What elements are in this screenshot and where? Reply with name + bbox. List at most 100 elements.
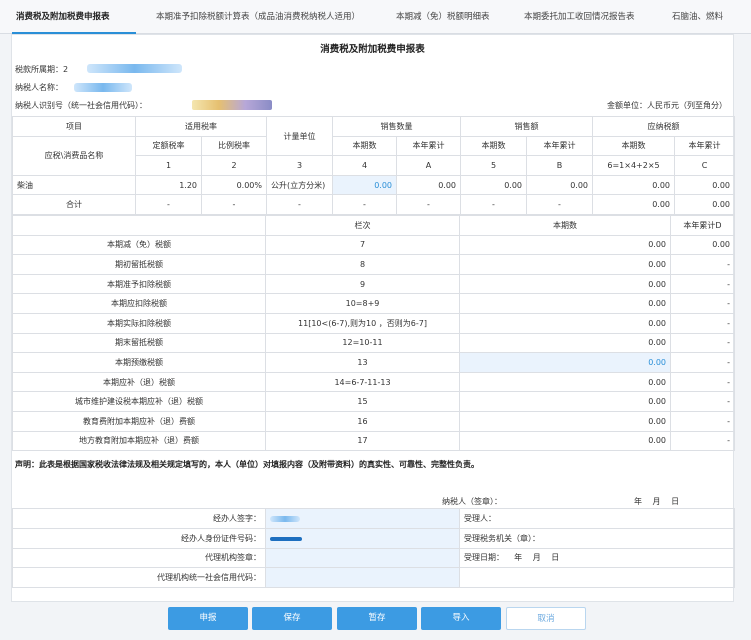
table-row: 地方教育附加本期应补（退）费额 17 0.00- (12, 430, 735, 452)
currency-unit: 金额单位：人民币元（列至角分） (607, 101, 727, 110)
redacted-name (74, 83, 132, 92)
agent-sign-label: 经办人签字： (12, 508, 266, 529)
redacted-agent (270, 515, 300, 522)
code-cell: 2 (201, 155, 267, 176)
code-cell: A (396, 155, 461, 176)
row-line-no: 12=10-11 (265, 332, 460, 354)
tab-bar: 消费税及附加税费申报表 本期准予扣除税额计算表（成品油消费税纳税人适用） 本期减… (0, 0, 751, 35)
save-button[interactable]: 保存 (252, 607, 332, 630)
total-cell: - (201, 194, 267, 215)
tab-tax-reduction-detail[interactable]: 本期减（免）税额明细表 (396, 0, 496, 34)
taxpayer-name-label: 纳税人名称： (15, 83, 63, 92)
header-line-no: 栏次 (265, 215, 460, 236)
header-fixed-rate: 定额税率 (135, 135, 202, 157)
amt-ytd-value: 0.00 (526, 174, 593, 196)
header-amt-ytd: 本年累计 (526, 135, 593, 157)
temp-save-button[interactable]: 暂存 (337, 607, 417, 630)
table-row: 本期准予扣除税额 9 0.00- (12, 273, 735, 295)
tab-deduction-calc[interactable]: 本期准予扣除税额计算表（成品油消费税纳税人适用） (156, 0, 378, 34)
section2-blank-header (12, 215, 266, 236)
table-row: 本期实际扣除税额 11[10<(6-7),则为10 ，否则为6-7] 0.00- (12, 312, 735, 334)
row-current-value: 0.00 (459, 332, 671, 354)
row-ytd-value: - (670, 293, 735, 314)
row-line-no: 15 (265, 391, 460, 412)
prepaid-tax-input[interactable]: 0.00 (459, 352, 671, 373)
tab-consumption-tax-return[interactable]: 消费税及附加税费申报表 (12, 0, 136, 35)
total-cell: - (460, 194, 527, 215)
row-ytd-value: - (670, 312, 735, 334)
table-row: 本期应补（退）税额 14=6-7-11-13 0.00- (12, 371, 735, 393)
code-cell: 1 (135, 155, 202, 176)
agency-code-field[interactable] (265, 567, 460, 589)
row-line-no: 11[10<(6-7),则为10 ，否则为6-7] (265, 312, 460, 334)
header-unit: 计量单位 (266, 115, 333, 157)
taxpayer-id-label: 纳税人识别号（统一社会信用代码）： (15, 101, 147, 110)
row-ytd-value: - (670, 352, 735, 373)
fixed-rate-value: 1.20 (135, 174, 202, 196)
agent-id-field[interactable] (265, 527, 460, 549)
row-line-no: 10=8+9 (265, 293, 460, 314)
tax-ytd-value: 0.00 (674, 174, 735, 196)
amt-current-value: 0.00 (460, 174, 527, 196)
row-current-value: 0.00 (459, 273, 671, 295)
qty-current-input[interactable]: 0.00 (332, 174, 397, 196)
header-amt-current: 本期数 (460, 135, 527, 157)
code-cell: 3 (266, 155, 333, 176)
tax-current-value: 0.00 (592, 174, 675, 196)
row-current-value: 0.00 (459, 371, 671, 393)
tab-naphtha[interactable]: 石脑油、燃料 (672, 0, 747, 34)
row-ytd-value: 0.00 (670, 234, 735, 256)
row-label: 期末留抵税额 (12, 332, 266, 354)
row-line-no: 13 (265, 352, 460, 373)
header-item: 项目 (12, 116, 136, 137)
row-ytd-value: - (670, 430, 735, 452)
total-cell: - (396, 194, 461, 215)
cancel-button[interactable]: 取消 (506, 607, 586, 630)
row-label: 本期准予扣除税额 (12, 273, 266, 295)
section2-body: 本期减（免）税额 7 0.00 0.00 期初留抵税额 8 0.00- 本期准予扣除税额 9 0.… (12, 234, 735, 452)
row-current-value: 0.00 (459, 254, 671, 275)
agent-id-label: 经办人身份证件号码： (12, 527, 266, 549)
code-cell: B (526, 155, 593, 176)
row-label: 本期应扣除税额 (12, 293, 266, 314)
ratio-rate-value: 0.00% (201, 174, 267, 196)
receiver-label: 受理人： (459, 508, 735, 529)
row-line-no: 9 (265, 273, 460, 295)
total-cell: - (266, 194, 333, 215)
import-button[interactable]: 导入 (421, 607, 501, 630)
header-tax-ytd: 本年累计 (674, 135, 735, 157)
total-cell: - (332, 194, 397, 215)
row-line-no: 16 (265, 410, 460, 432)
code-cell: 4 (332, 155, 397, 176)
row-line-no: 17 (265, 430, 460, 452)
form-panel: 消费税及附加税费申报表 税款所属期：2 纳税人名称： 纳税人识别号（统一社会信用… (11, 34, 735, 602)
row-label: 城市维护建设税本期应补（退）税额 (12, 391, 266, 412)
total-cell: - (526, 194, 593, 215)
receive-date-label: 受理日期： (464, 553, 504, 563)
agency-seal-field[interactable] (265, 547, 460, 569)
receive-date: 受理日期： 年 月 日 (459, 547, 735, 569)
submit-button[interactable]: 申报 (168, 607, 248, 630)
row-current-value: 0.00 (459, 293, 671, 314)
main-tax-table: 项目 适用税率 计量单位 销售数量 销售额 应纳税额 应税\消费品名称 定额税率… (12, 115, 735, 215)
agent-sign-field[interactable] (265, 508, 460, 529)
header-section2-current: 本期数 (459, 215, 671, 236)
taxpayer-sign-date: 年 月 日 (634, 497, 680, 506)
row-ytd-value: - (670, 273, 735, 295)
header-qty-current: 本期数 (332, 135, 397, 157)
header-amount: 销售额 (460, 116, 593, 137)
agency-code-label: 代理机构统一社会信用代码： (12, 567, 266, 589)
tax-period: 税款所属期：2 (15, 64, 68, 75)
row-label: 期初留抵税额 (12, 254, 266, 275)
row-ytd-value: - (670, 332, 735, 354)
row-current-value: 0.00 (459, 312, 671, 334)
redacted-id (192, 100, 272, 110)
table-row: 城市维护建设税本期应补（退）税额 15 0.00- (12, 391, 735, 412)
redacted-period (87, 64, 182, 73)
row-current-value: 0.00 (459, 430, 671, 452)
row-label: 教育费附加本期应补（退）费额 (12, 410, 266, 432)
header-rate: 适用税率 (135, 116, 267, 137)
tab-entrusted-processing[interactable]: 本期委托加工收回情况报告表 (524, 0, 644, 34)
declaration-text: 声明：此表是根据国家税收法律法规及相关规定填写的，本人（单位）对填报内容（及附带… (15, 460, 479, 469)
header-product-name: 应税\消费品名称 (12, 135, 136, 176)
